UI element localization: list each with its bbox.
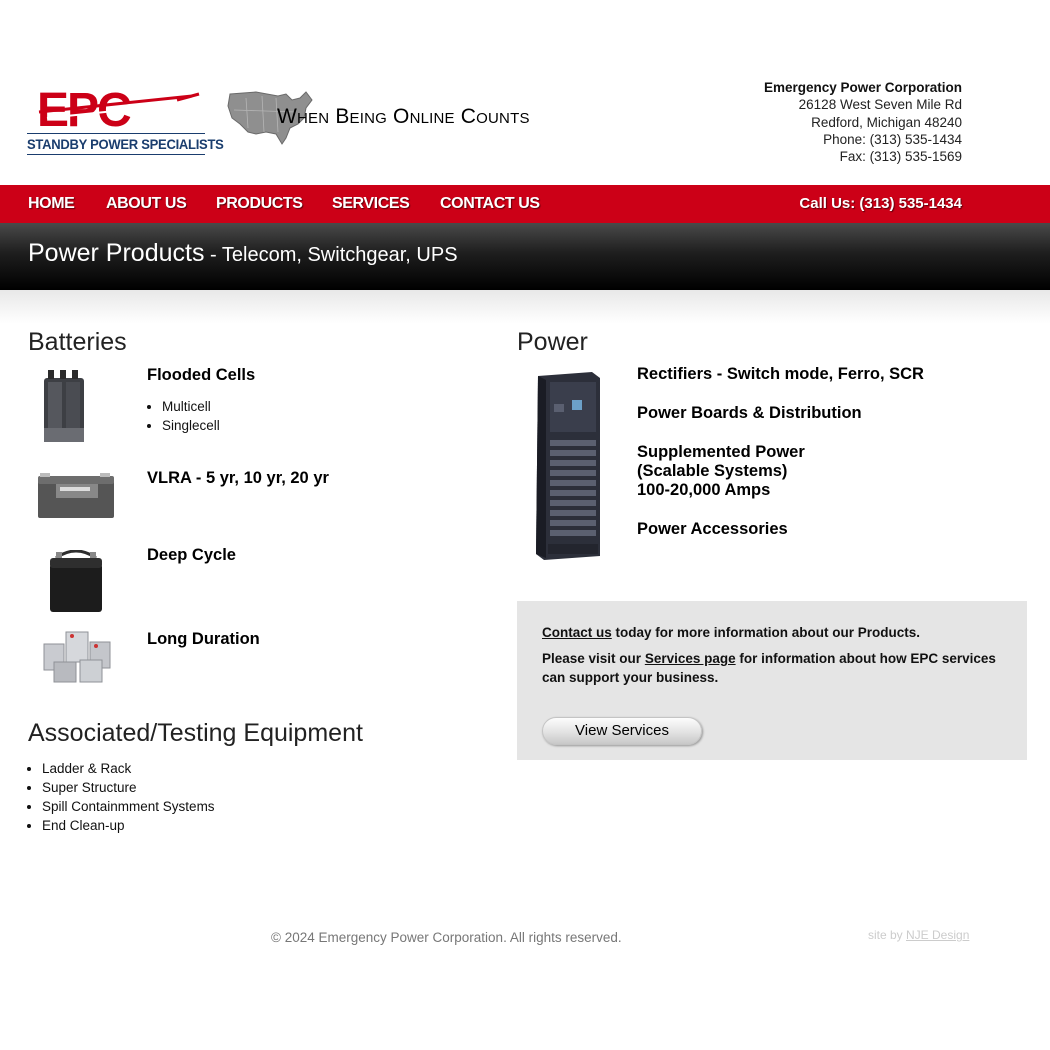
- page-title: Power Products - Telecom, Switchgear, UP…: [28, 239, 458, 268]
- credit-link[interactable]: NJE Design: [906, 928, 969, 942]
- deep-cycle-battery-icon: [50, 550, 102, 612]
- list-item: Ladder & Rack: [42, 759, 215, 778]
- contact-paragraph: Contact us today for more information ab…: [542, 623, 1002, 642]
- page-subtitle: - Telecom, Switchgear, UPS: [204, 244, 458, 266]
- contact-text: today for more information about our Pro…: [611, 625, 921, 640]
- long-duration-battery-icon: [43, 631, 111, 683]
- services-page-link[interactable]: Services page: [645, 651, 736, 666]
- product-vlra: VLRA - 5 yr, 10 yr, 20 yr: [147, 469, 329, 487]
- footer-credit: site by NJE Design: [868, 928, 969, 942]
- product-flooded-cells: Flooded Cells: [147, 366, 256, 384]
- batteries-heading: Batteries: [28, 328, 127, 356]
- banner-shadow: [0, 290, 1050, 324]
- company-fax: Fax: (313) 535-1569: [839, 149, 962, 165]
- services-text-pre: Please visit our: [542, 651, 645, 666]
- associated-equipment-list: Ladder & Rack Super Structure Spill Cont…: [27, 759, 215, 835]
- main-nav: HOME ABOUT US PRODUCTS SERVICES CONTACT …: [0, 185, 1050, 223]
- power-item-scalable: (Scalable Systems): [637, 462, 788, 480]
- list-item: End Clean-up: [42, 816, 215, 835]
- nav-home[interactable]: HOME: [28, 195, 75, 213]
- associated-equipment-heading: Associated/Testing Equipment: [28, 719, 363, 747]
- contact-us-link[interactable]: Contact us: [542, 625, 612, 640]
- company-street: 26128 West Seven Mile Rd: [798, 97, 962, 113]
- company-name: Emergency Power Corporation: [763, 80, 962, 95]
- page-banner: Power Products - Telecom, Switchgear, UP…: [0, 223, 1050, 290]
- nav-contact-us[interactable]: CONTACT US: [440, 195, 540, 213]
- list-item: Super Structure: [42, 778, 215, 797]
- company-phone: Phone: (313) 535-1434: [823, 131, 962, 147]
- logo-tagline: STANDBY POWER SPECIALISTS: [27, 136, 224, 152]
- slogan: When Being Online Counts: [277, 105, 530, 128]
- info-callout-box: Contact us today for more information ab…: [517, 601, 1027, 760]
- vrla-battery-icon: [38, 473, 114, 518]
- flooded-cells-list: Multicell Singlecell: [147, 397, 220, 435]
- power-item-amps: 100-20,000 Amps: [637, 481, 771, 499]
- call-us-phone: Call Us: (313) 535-1434: [799, 195, 962, 212]
- nav-products[interactable]: PRODUCTS: [216, 195, 303, 213]
- power-rack-cabinet-icon: [536, 372, 600, 560]
- credit-text: site by: [868, 928, 907, 942]
- list-item: Spill Containmment Systems: [42, 797, 215, 816]
- power-item-accessories: Power Accessories: [637, 520, 788, 538]
- power-products-list: Rectifiers - Switch mode, Ferro, SCR Pow…: [637, 365, 924, 559]
- services-paragraph: Please visit our Services page for infor…: [542, 649, 1002, 687]
- power-heading: Power: [517, 328, 588, 356]
- power-item-rectifiers: Rectifiers - Switch mode, Ferro, SCR: [637, 365, 924, 383]
- nav-services[interactable]: SERVICES: [332, 195, 410, 213]
- epc-logo-mark: EPC: [37, 84, 200, 137]
- power-item-supplemented: Supplemented Power: [637, 443, 805, 461]
- list-item: Multicell: [162, 397, 220, 416]
- view-services-button[interactable]: View Services: [542, 717, 702, 745]
- flooded-cell-battery-icon: [44, 370, 84, 442]
- epc-logo[interactable]: EPC STANDBY POWER SPECIALISTS: [27, 84, 224, 158]
- footer-copyright: © 2024 Emergency Power Corporation. All …: [271, 930, 622, 945]
- company-contact-block: Emergency Power Corporation 26128 West S…: [764, 79, 962, 165]
- company-city: Redford, Michigan 48240: [811, 114, 962, 130]
- product-long-duration: Long Duration: [147, 630, 260, 648]
- product-deep-cycle: Deep Cycle: [147, 546, 236, 564]
- power-item-boards: Power Boards & Distribution: [637, 404, 862, 422]
- page-title-main: Power Products: [28, 239, 205, 267]
- list-item: Singlecell: [162, 416, 220, 435]
- nav-about-us[interactable]: ABOUT US: [106, 195, 187, 213]
